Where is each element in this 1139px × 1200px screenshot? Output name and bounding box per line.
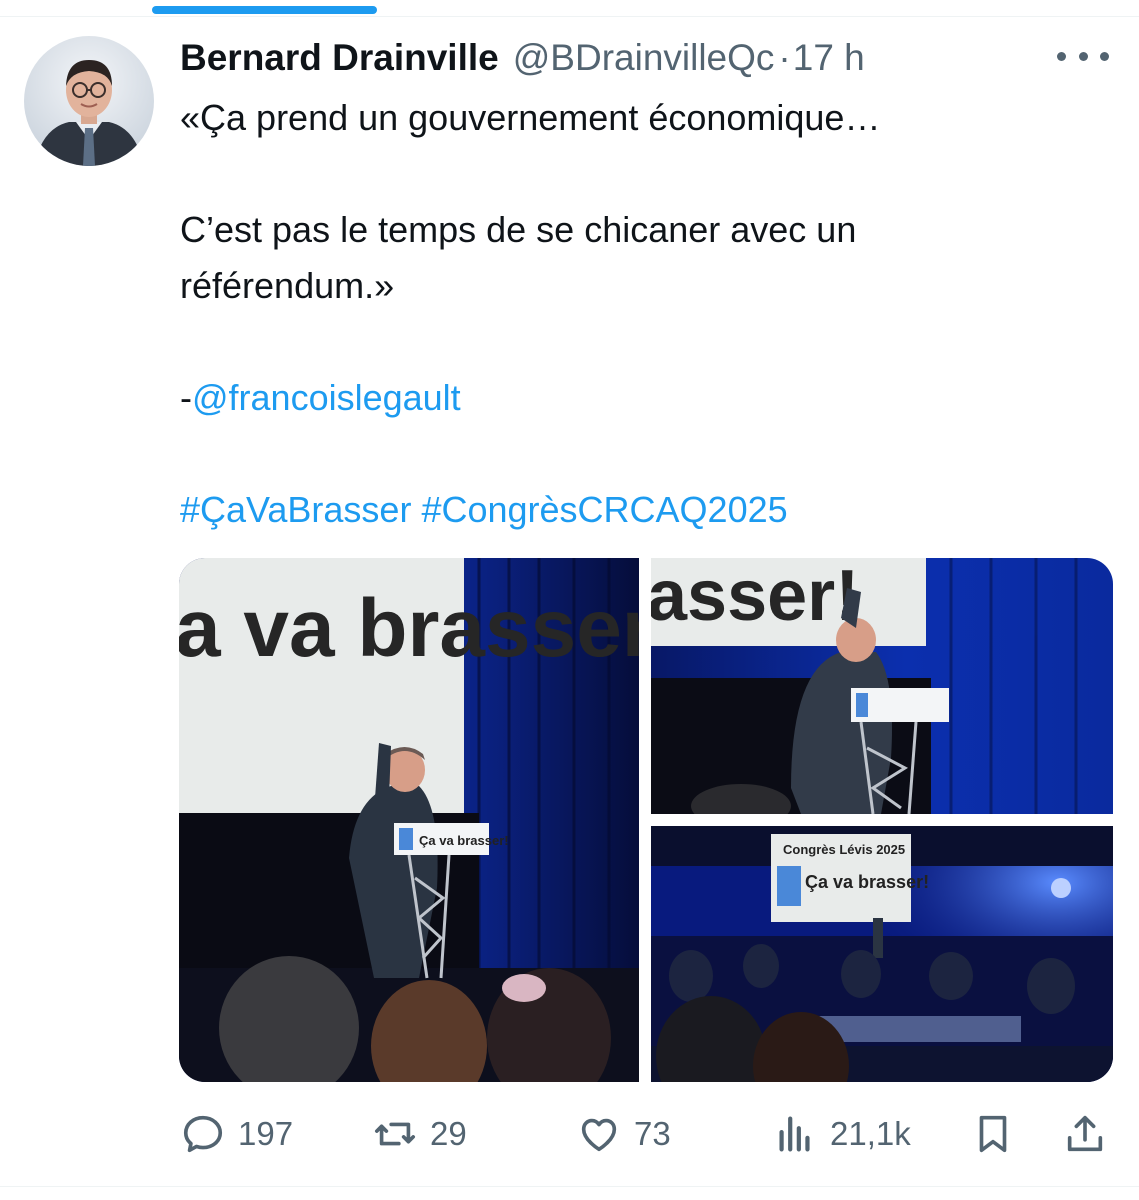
- hashtag-link[interactable]: #CongrèsCRCAQ2025: [421, 489, 787, 530]
- more-options-button[interactable]: [1057, 42, 1109, 70]
- sign-text: a va brasser!: [179, 583, 639, 674]
- divider: [0, 16, 1139, 17]
- views-button[interactable]: 21,1k: [772, 1102, 911, 1166]
- tweet-line: C’est pas le temps de se chicaner avec u…: [180, 209, 857, 306]
- attribution-prefix: -: [180, 377, 192, 418]
- photo-2[interactable]: asser!: [651, 558, 1113, 814]
- like-button[interactable]: 73: [576, 1102, 671, 1166]
- media-grid: a va brasser! Ça va brasser! asser! Cong…: [179, 558, 1113, 1082]
- timestamp[interactable]: 17 h: [793, 36, 865, 80]
- more-dot: [1100, 51, 1109, 61]
- avatar[interactable]: [24, 36, 154, 166]
- sign-text: Ça va brasser!: [805, 872, 929, 892]
- tweet-attribution: -@francoislegault: [180, 370, 1060, 426]
- sign-text: Congrès Lévis 2025: [783, 842, 905, 857]
- author-name[interactable]: Bernard Drainville: [180, 36, 499, 80]
- bookmark-icon: [979, 1115, 1007, 1153]
- analytics-icon: [779, 1116, 810, 1152]
- sign-text: asser!: [651, 558, 859, 636]
- more-dot: [1078, 51, 1088, 61]
- hashtag-link[interactable]: #ÇaVaBrasser: [180, 489, 411, 530]
- photo-1[interactable]: a va brasser! Ça va brasser!: [179, 558, 639, 1082]
- view-count: 21,1k: [830, 1115, 911, 1152]
- repost-count: 29: [430, 1115, 467, 1152]
- tab-indicator: [152, 6, 377, 14]
- repost-icon: [374, 1122, 416, 1146]
- stage-photo: a va brasser! Ça va brasser!: [179, 558, 639, 1082]
- reply-button[interactable]: 197: [180, 1102, 293, 1166]
- share-icon: [1067, 1115, 1103, 1152]
- separator-dot: ·: [778, 37, 791, 78]
- audience-photo: Congrès Lévis 2025 Ça va brasser!: [651, 826, 1113, 1082]
- action-bar: 197 29 73 21,1k: [0, 1102, 1139, 1166]
- reply-count: 197: [238, 1115, 294, 1152]
- tweet-line: «Ça prend un gouvernement économique…: [180, 97, 881, 138]
- hashtags: #ÇaVaBrasser #CongrèsCRCAQ2025: [180, 482, 1060, 538]
- heart-icon: [581, 1118, 617, 1152]
- tweet-header: Bernard Drainville @BDrainvilleQc · 17 h: [180, 36, 1019, 80]
- tweet-text: «Ça prend un gouvernement économique… C’…: [180, 90, 1060, 538]
- author-handle[interactable]: @BDrainvilleQc: [513, 36, 775, 80]
- mention-link[interactable]: @francoislegault: [192, 377, 461, 418]
- avatar-image: [24, 36, 154, 166]
- podium-text: Ça va brasser!: [419, 833, 509, 848]
- reply-icon: [183, 1115, 223, 1153]
- bookmark-button[interactable]: [970, 1102, 1016, 1166]
- photo-3[interactable]: Congrès Lévis 2025 Ça va brasser!: [651, 826, 1113, 1082]
- like-count: 73: [634, 1115, 671, 1152]
- stage-photo: asser!: [651, 558, 1113, 814]
- share-button[interactable]: [1062, 1102, 1108, 1166]
- more-dot: [1057, 51, 1066, 61]
- divider: [0, 1186, 1139, 1187]
- repost-button[interactable]: 29: [372, 1102, 467, 1166]
